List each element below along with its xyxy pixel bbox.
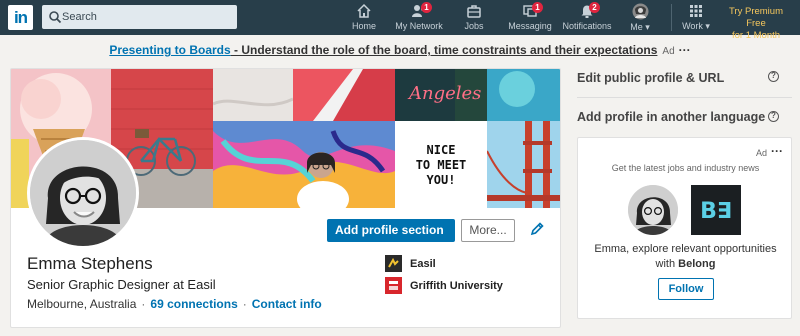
caret-down-icon: [339, 251, 347, 257]
banner-tile-greeting-card: NICE TO MEET YOU!: [395, 121, 487, 208]
premium-line-2: for 1 Month: [731, 30, 781, 41]
banner-tile-wall: [212, 69, 294, 121]
pencil-icon[interactable]: [529, 221, 545, 237]
nav-work-label: Work ▾: [682, 21, 710, 31]
add-profile-section-label: Add profile section: [335, 223, 444, 237]
meta-separator: ·: [141, 297, 146, 311]
ad-card-message-line-1: Emma, explore relevant opportunities: [594, 243, 777, 255]
belong-logo[interactable]: B∃: [691, 185, 741, 235]
nav-my-network-label: My Network: [395, 21, 443, 31]
search-bar[interactable]: Search: [42, 5, 237, 29]
network-badge: 1: [421, 2, 432, 13]
griffith-logo-icon: [385, 277, 402, 294]
ad-options-icon[interactable]: ···: [679, 43, 691, 57]
meta-separator: ·: [242, 297, 247, 311]
help-icon[interactable]: ?: [768, 111, 779, 122]
profile-card: Angeles NICE TO MEET YOU! Add profile se…: [10, 68, 561, 328]
nav-messaging-label: Messaging: [508, 21, 552, 31]
more-button[interactable]: More...: [461, 219, 515, 242]
education-griffith-label: Griffith University: [410, 280, 503, 292]
follow-button[interactable]: Follow: [658, 278, 714, 300]
nav-home-label: Home: [351, 21, 376, 31]
nav-notifications[interactable]: 2 Notifications: [561, 2, 613, 31]
search-input[interactable]: Search: [62, 11, 97, 23]
ad-card-message-prefix: with: [655, 258, 679, 270]
easil-logo-icon: [385, 255, 402, 272]
top-nav: in Search Home 1 My Network Jobs 1 Messa…: [0, 0, 800, 41]
ad-card-tagline: Get the latest jobs and industry news: [611, 163, 760, 173]
add-language-profile-link[interactable]: Add profile in another language: [577, 110, 765, 124]
ad-label: Ad: [662, 46, 675, 57]
ad-card-message: Emma, explore relevant opportunities wit…: [578, 242, 793, 272]
briefcase-icon: [467, 5, 481, 18]
premium-link[interactable]: Try Premium Free for 1 Month: [721, 6, 791, 42]
nav-jobs[interactable]: Jobs: [462, 3, 486, 31]
belong-logo-text: B∃: [700, 199, 732, 224]
help-icon[interactable]: ?: [768, 71, 779, 82]
nav-messaging[interactable]: 1 Messaging: [507, 2, 553, 31]
nav-home[interactable]: Home: [350, 3, 378, 31]
greeting-line-3: YOU!: [426, 173, 456, 187]
ad-card-company: Belong: [678, 258, 716, 270]
connections-link[interactable]: 69 connections: [150, 297, 237, 311]
profile-photo[interactable]: [27, 137, 139, 249]
banner-tile-geometric: [293, 69, 395, 121]
greeting-line-2: TO MEET: [415, 158, 467, 172]
ad-card-avatar: [628, 185, 678, 235]
ad-card-options-icon[interactable]: ···: [771, 144, 783, 158]
ad-card-label: Ad: [755, 148, 767, 158]
nav-work[interactable]: Work ▾: [682, 3, 710, 32]
nav-notifications-label: Notifications: [562, 21, 612, 31]
experience-easil-label: Easil: [410, 258, 436, 270]
profile-name: Emma Stephens: [27, 254, 153, 273]
greeting-line-1: NICE: [426, 143, 456, 157]
avatar-small-icon: [632, 3, 648, 20]
notifications-badge: 2: [589, 2, 600, 13]
profile-meta: Melbourne, Australia · 69 connections · Cont…: [27, 297, 322, 311]
sponsored-ad-card: Ad ··· Get the latest jobs and industry …: [577, 137, 792, 319]
edit-public-profile-link[interactable]: Edit public profile & URL: [577, 71, 724, 85]
premium-line-1: Try Premium Free: [728, 6, 783, 29]
neon-sign-text: Angeles: [407, 83, 481, 104]
banner-tile-pattern: [487, 69, 560, 121]
grid-icon: [690, 5, 702, 17]
banner-tile-bridge: [486, 121, 560, 208]
banner-tile-neon: Angeles: [395, 69, 487, 121]
nav-my-network[interactable]: 1 My Network: [391, 2, 447, 31]
profile-location: Melbourne, Australia: [27, 297, 137, 311]
nav-me[interactable]: Me ▾: [628, 3, 652, 33]
rail-divider: [577, 97, 792, 98]
nav-divider: [671, 4, 672, 31]
avatar: [30, 140, 136, 246]
profile-headline: Senior Graphic Designer at Easil: [27, 277, 216, 292]
top-ad-banner: Presenting to Boards - Understand the ro…: [0, 43, 800, 57]
contact-info-link[interactable]: Contact info: [252, 297, 322, 311]
banner-tile-graffiti: [213, 121, 395, 208]
nav-me-label: Me ▾: [630, 22, 650, 32]
add-profile-section-button[interactable]: Add profile section: [327, 219, 455, 257]
ad-text[interactable]: - Understand the role of the board, time…: [231, 43, 657, 57]
home-icon: [357, 3, 371, 18]
linkedin-logo[interactable]: in: [8, 5, 33, 30]
search-icon: [49, 11, 62, 24]
ad-link[interactable]: Presenting to Boards: [109, 43, 230, 57]
messaging-badge: 1: [532, 2, 543, 13]
nav-jobs-label: Jobs: [464, 21, 484, 31]
ad-card-message-line-2: with Belong: [578, 257, 793, 272]
